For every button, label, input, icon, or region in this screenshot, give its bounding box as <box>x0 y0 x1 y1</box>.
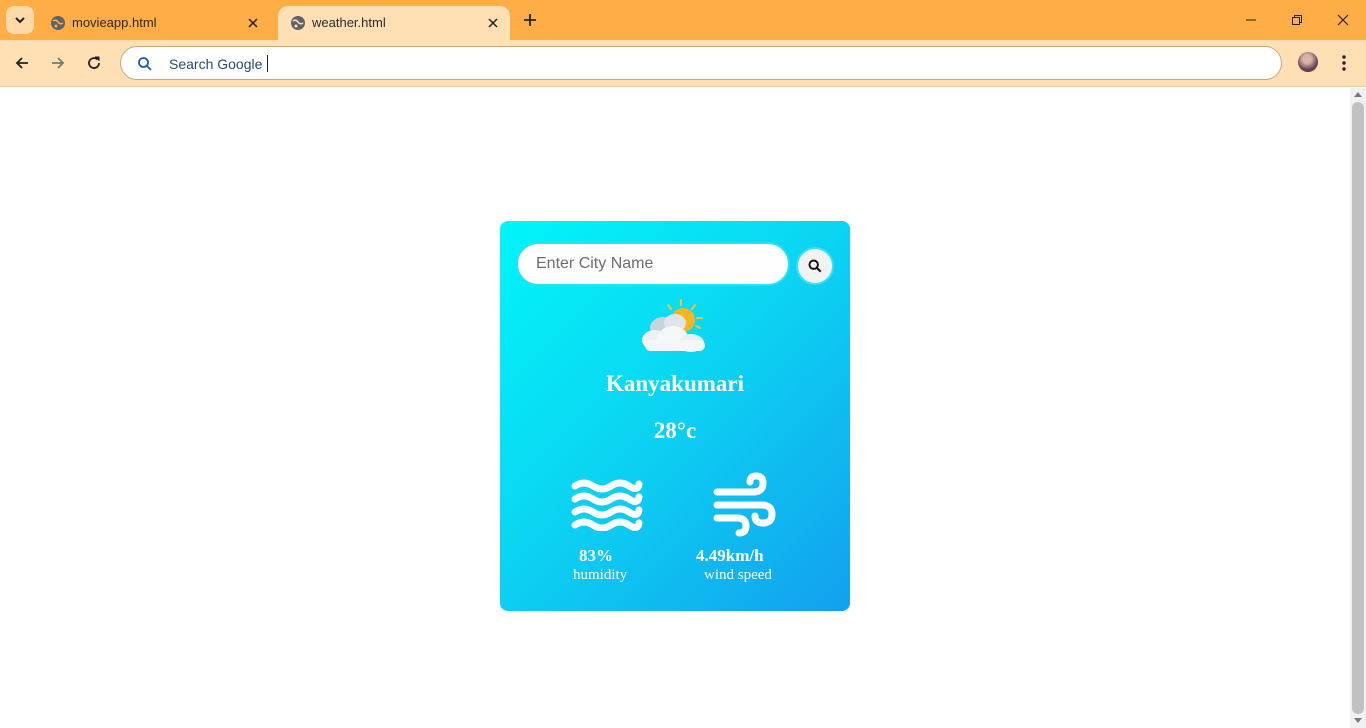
search-icon <box>808 259 822 273</box>
city-search-input[interactable] <box>516 242 790 286</box>
search-button[interactable] <box>796 247 834 285</box>
city-name: Kanyakumari <box>605 371 745 396</box>
back-button[interactable] <box>8 49 36 77</box>
wind-speed-value: 4.49km/h <box>696 546 764 565</box>
scroll-up-arrow[interactable] <box>1354 92 1362 97</box>
chevron-down-icon <box>15 17 25 24</box>
humidity-value: 83% <box>579 546 613 565</box>
arrow-right-icon <box>52 57 65 69</box>
reload-icon <box>88 56 100 69</box>
temperature: 28°c <box>653 418 697 443</box>
browser-menu-button[interactable] <box>1334 49 1354 77</box>
plus-icon <box>524 14 536 26</box>
reload-button[interactable] <box>80 49 108 77</box>
close-window-button[interactable] <box>1328 6 1358 34</box>
address-bar[interactable] <box>120 46 1282 80</box>
tab-search-button[interactable] <box>6 6 34 34</box>
text-caret <box>267 55 268 72</box>
close-icon[interactable] <box>484 14 502 32</box>
forward-button[interactable] <box>44 49 72 77</box>
new-tab-button[interactable] <box>518 8 542 32</box>
restore-button[interactable] <box>1282 6 1312 34</box>
partly-cloudy-icon <box>642 299 705 352</box>
tab-weather[interactable]: weather.html <box>278 6 510 40</box>
address-input[interactable] <box>169 53 469 75</box>
globe-icon <box>291 16 305 30</box>
close-icon <box>1337 14 1349 26</box>
minimize-icon <box>1246 19 1256 21</box>
tab-movieapp[interactable]: movieapp.html <box>38 6 270 40</box>
weather-card: Kanyakumari 28°c 83% humidity 4.49km/h w… <box>500 221 850 611</box>
wind-icon <box>713 472 776 537</box>
search-icon <box>138 57 152 71</box>
scroll-down-arrow[interactable] <box>1354 718 1362 723</box>
browser-toolbar <box>0 40 1366 87</box>
wind-speed-label: wind speed <box>704 567 772 583</box>
humidity-waves-icon <box>571 479 643 531</box>
humidity-label: humidity <box>573 567 628 583</box>
page-scrollbar[interactable] <box>1350 88 1366 728</box>
globe-icon <box>51 16 65 30</box>
scroll-thumb[interactable] <box>1352 102 1364 714</box>
avatar[interactable] <box>1298 52 1318 72</box>
close-icon[interactable] <box>244 14 262 32</box>
tab-title: weather.html <box>312 15 386 30</box>
restore-icon <box>1292 15 1302 25</box>
tab-strip: movieapp.html weather.html <box>0 0 1366 40</box>
kebab-menu-icon <box>1342 55 1346 71</box>
minimize-button[interactable] <box>1236 6 1266 34</box>
arrow-left-icon <box>15 57 28 69</box>
tab-title: movieapp.html <box>72 15 157 30</box>
